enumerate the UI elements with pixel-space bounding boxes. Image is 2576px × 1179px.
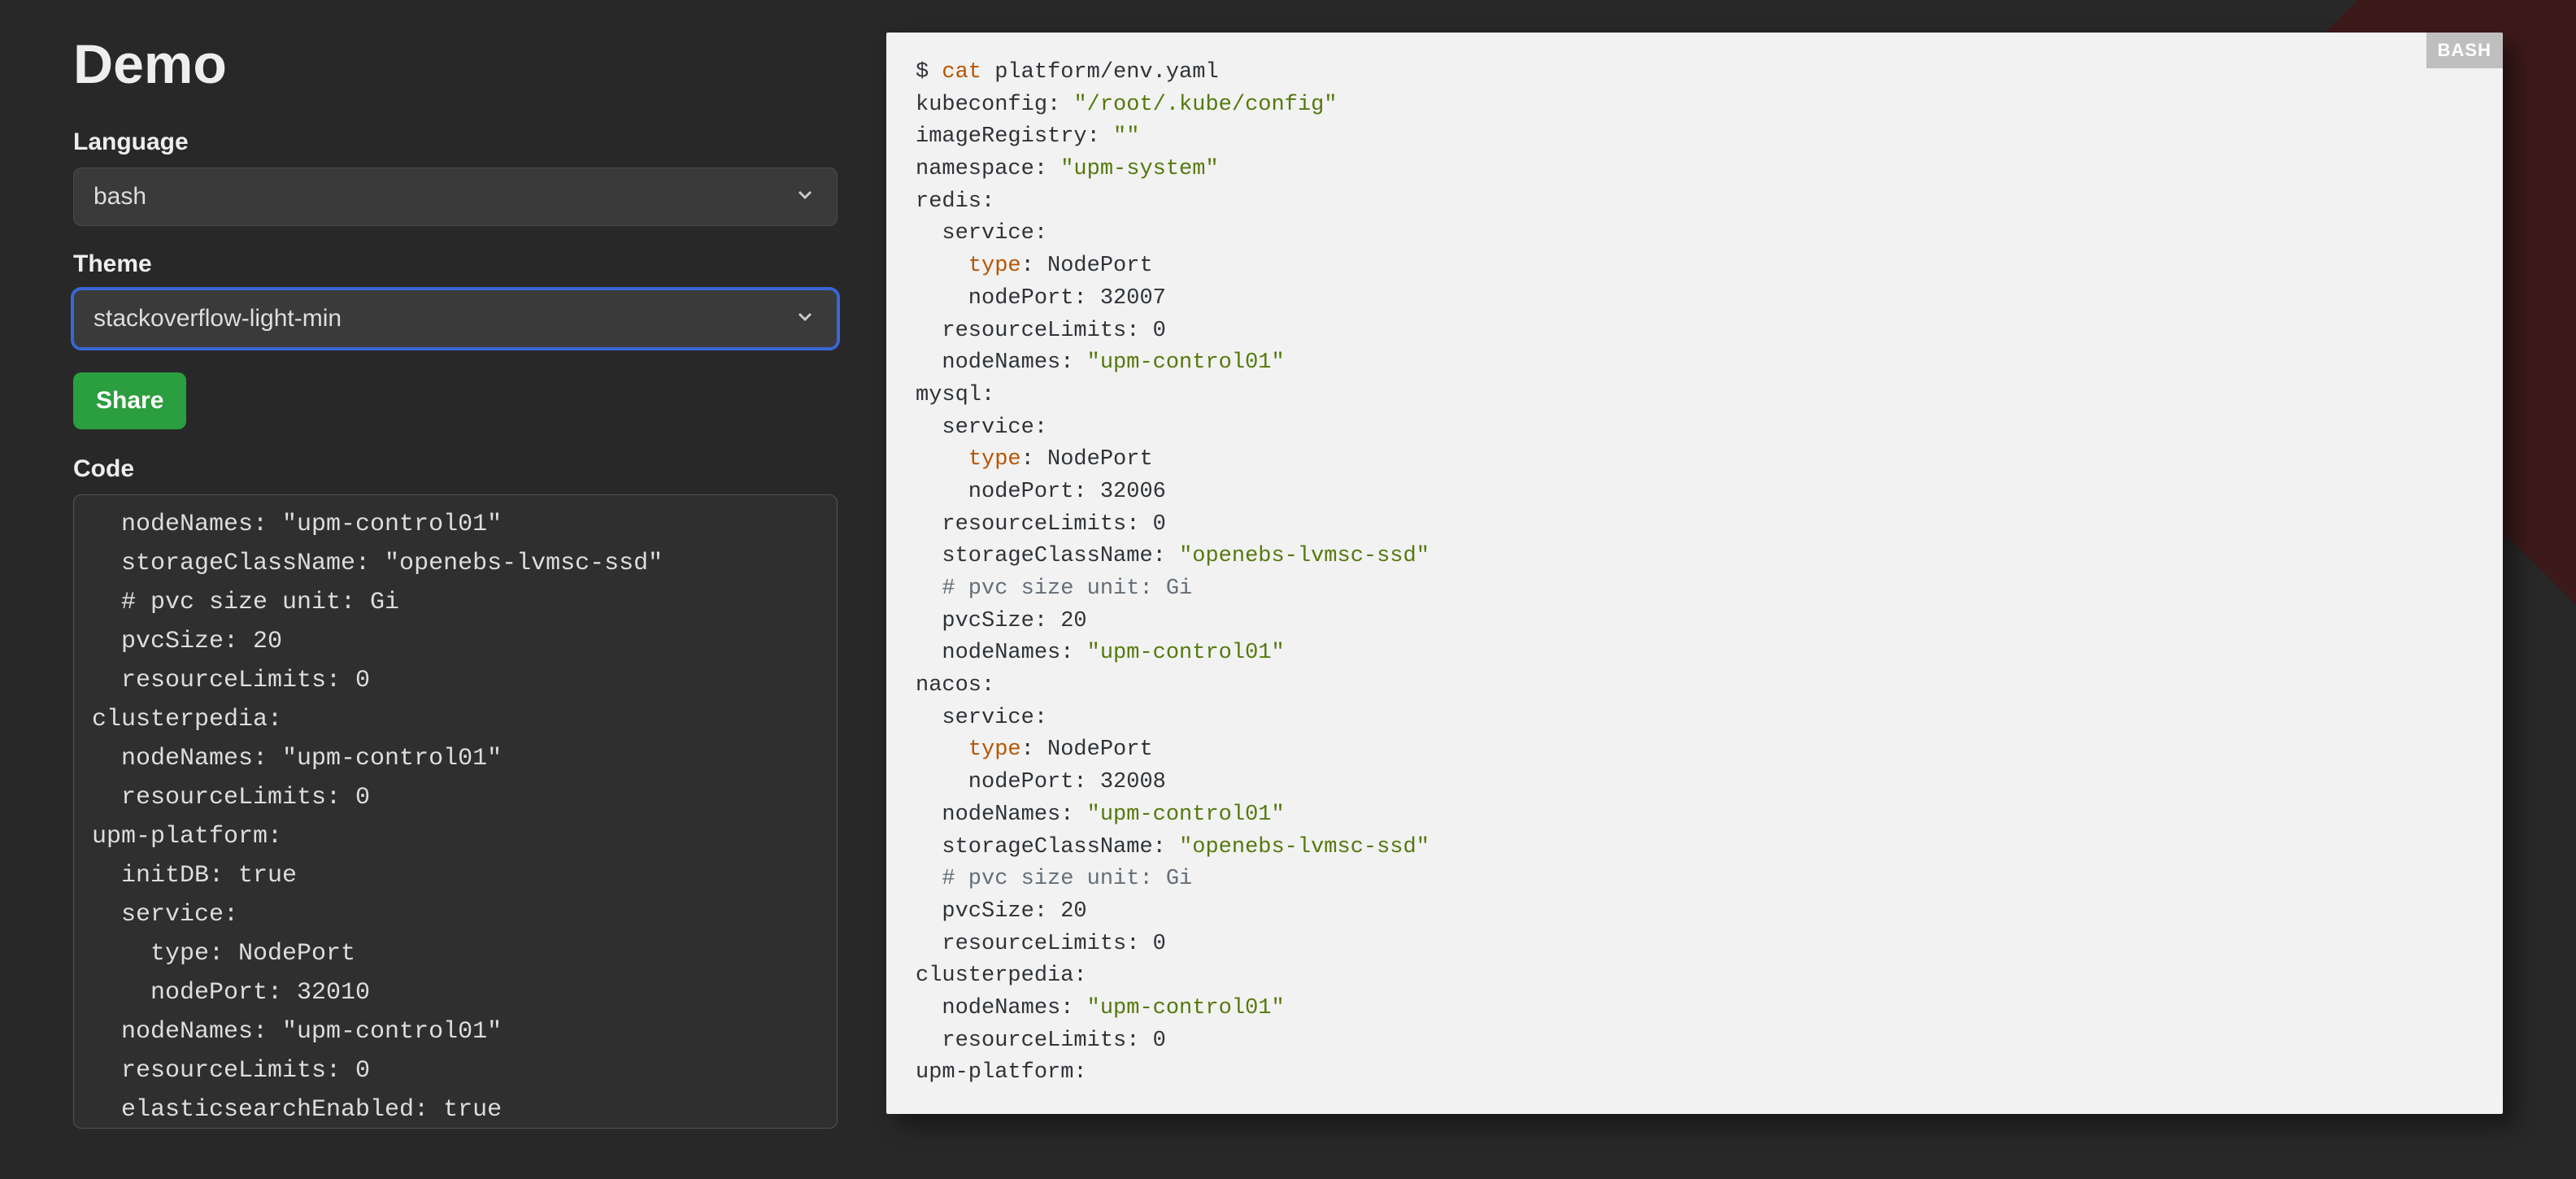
code-textarea[interactable] xyxy=(73,494,838,1129)
theme-select[interactable]: stackoverflow-light-min xyxy=(73,289,838,348)
language-label: Language xyxy=(73,128,838,156)
share-button[interactable]: Share xyxy=(73,372,186,429)
language-select[interactable]: bash xyxy=(73,167,838,226)
preview-content: $ cat platform/env.yaml kubeconfig: "/ro… xyxy=(916,57,2474,1090)
language-badge: BASH xyxy=(2426,33,2503,68)
theme-select-wrap: stackoverflow-light-min xyxy=(73,289,838,348)
controls-column: Demo Language bash Theme stackoverflow-l… xyxy=(73,33,838,1133)
theme-label: Theme xyxy=(73,250,838,278)
code-label: Code xyxy=(73,455,838,483)
language-select-wrap: bash xyxy=(73,167,838,226)
page-title: Demo xyxy=(73,33,838,96)
preview-column: BASH $ cat platform/env.yaml kubeconfig:… xyxy=(886,33,2503,1133)
page-root: Demo Language bash Theme stackoverflow-l… xyxy=(0,0,2576,1165)
code-preview: BASH $ cat platform/env.yaml kubeconfig:… xyxy=(886,33,2503,1114)
